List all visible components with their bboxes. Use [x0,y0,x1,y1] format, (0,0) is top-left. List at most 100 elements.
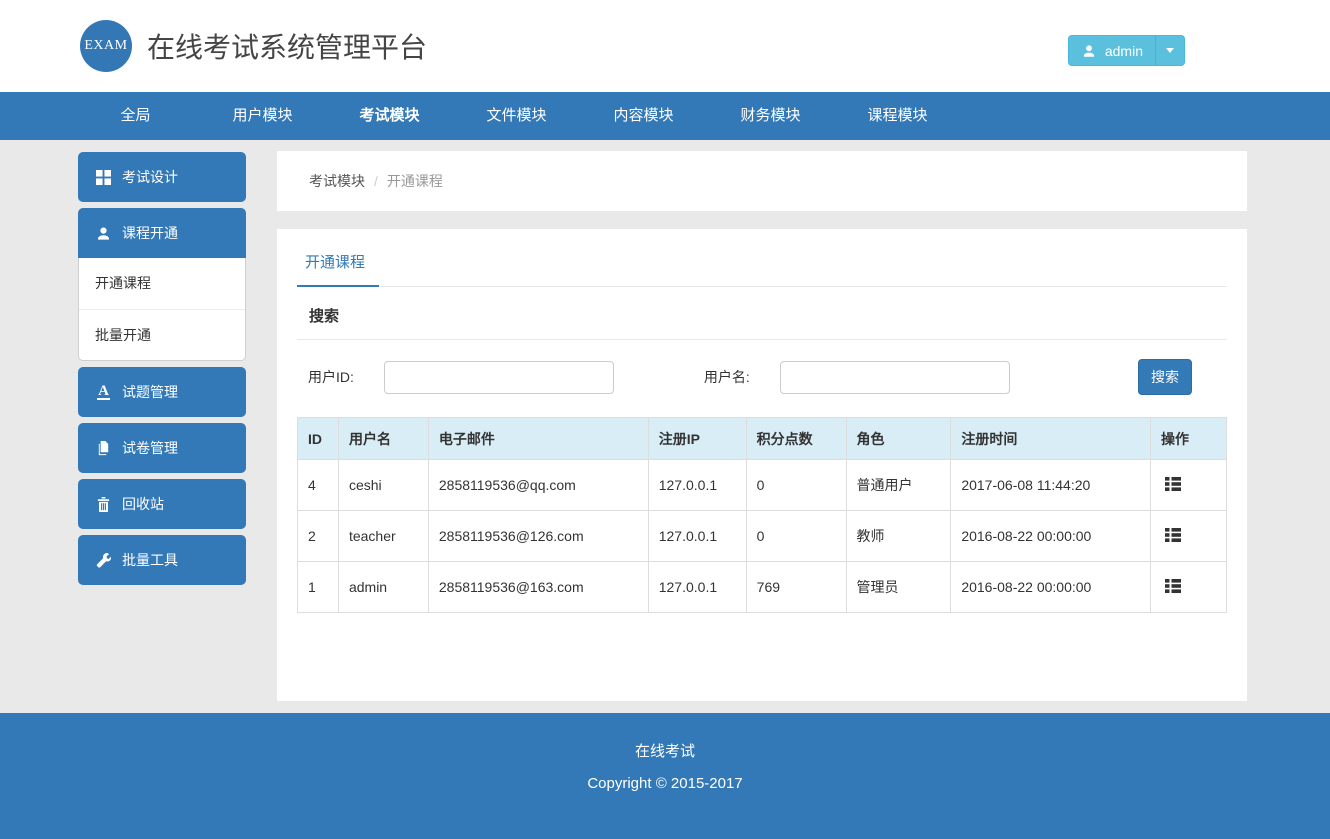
user-name-label: 用户名: [704,367,750,387]
user-name-label: admin [1105,43,1143,59]
cell-points: 0 [746,511,846,562]
user-id-input[interactable] [384,361,614,394]
breadcrumb-separator: / [374,173,378,189]
row-actions-button[interactable] [1161,577,1185,598]
footer-copyright: Copyright © 2015-2017 [0,775,1330,792]
nav-item-finance-module[interactable]: 财务模块 [707,92,834,140]
wrench-icon [95,552,112,569]
col-header-username: 用户名 [338,418,428,460]
th-list-icon [1165,479,1181,494]
cell-role: 普通用户 [846,460,951,511]
th-list-icon [1165,530,1181,545]
cell-username: admin [338,562,428,613]
sidebar: 考试设计 课程开通 开通课程 批量开通 A 试题管理 [78,152,246,591]
col-header-register-time: 注册时间 [951,418,1151,460]
cell-register-ip: 127.0.0.1 [648,460,746,511]
content-area: 考试模块 / 开通课程 开通课程 搜索 用户ID: 用户名: 搜索 [277,151,1247,701]
col-header-register-ip: 注册IP [648,418,746,460]
user-menu-button[interactable]: admin [1068,35,1185,66]
sidebar-submenu-course-open: 开通课程 批量开通 [78,258,246,361]
sidebar-item-label: 课程开通 [122,223,178,243]
search-section-title: 搜索 [297,287,1227,340]
breadcrumb: 考试模块 / 开通课程 [277,151,1247,211]
sidebar-subitem-batch-open[interactable]: 批量开通 [79,309,245,360]
user-name-input[interactable] [780,361,1010,394]
tab-open-course[interactable]: 开通课程 [297,251,379,287]
cell-points: 769 [746,562,846,613]
user-icon [95,225,112,242]
nav-item-global[interactable]: 全局 [72,92,199,140]
page: EXAM 在线考试系统管理平台 admin 全局 用户模块 考试模块 文件模块 … [0,0,1330,839]
user-button-main[interactable]: admin [1068,35,1155,66]
logo-text: EXAM [84,38,127,54]
sidebar-item-recycle-bin[interactable]: 回收站 [78,479,246,529]
cell-actions [1151,460,1227,511]
breadcrumb-item-open-course: 开通课程 [387,171,443,191]
cell-register-time: 2016-08-22 00:00:00 [951,562,1151,613]
sidebar-item-course-open[interactable]: 课程开通 [78,208,246,258]
search-form: 用户ID: 用户名: 搜索 [297,359,1227,395]
header: EXAM 在线考试系统管理平台 admin [0,0,1330,92]
sidebar-item-label: 回收站 [122,494,164,514]
table-row: 1 admin 2858119536@163.com 127.0.0.1 769… [298,562,1227,613]
cell-points: 0 [746,460,846,511]
cell-actions [1151,562,1227,613]
col-header-id: ID [298,418,339,460]
cell-id: 2 [298,511,339,562]
cell-actions [1151,511,1227,562]
cell-email: 2858119536@qq.com [428,460,648,511]
user-icon [1081,42,1098,59]
sidebar-item-exam-design[interactable]: 考试设计 [78,152,246,202]
sidebar-item-label: 考试设计 [122,167,178,187]
cell-username: ceshi [338,460,428,511]
table-row: 2 teacher 2858119536@126.com 127.0.0.1 0… [298,511,1227,562]
sidebar-item-batch-tools[interactable]: 批量工具 [78,535,246,585]
page-title: 在线考试系统管理平台 [147,26,427,66]
cell-role: 管理员 [846,562,951,613]
main-panel: 开通课程 搜索 用户ID: 用户名: 搜索 [277,229,1247,701]
nav-item-course-module[interactable]: 课程模块 [834,92,961,140]
sidebar-item-label: 试题管理 [122,382,178,402]
breadcrumb-item-exam-module[interactable]: 考试模块 [309,171,365,191]
cell-register-ip: 127.0.0.1 [648,511,746,562]
user-menu-caret-button[interactable] [1155,35,1185,66]
sidebar-item-question-management[interactable]: A 试题管理 [78,367,246,417]
th-large-icon [95,169,112,186]
sidebar-subitem-open-course[interactable]: 开通课程 [79,258,245,309]
cell-id: 4 [298,460,339,511]
top-navbar: 全局 用户模块 考试模块 文件模块 内容模块 财务模块 课程模块 [0,92,1330,140]
cell-register-time: 2016-08-22 00:00:00 [951,511,1151,562]
sidebar-item-paper-management[interactable]: 试卷管理 [78,423,246,473]
col-header-actions: 操作 [1151,418,1227,460]
row-actions-button[interactable] [1161,475,1185,496]
duplicate-files-icon [95,440,112,457]
footer: 在线考试 Copyright © 2015-2017 [0,713,1330,839]
cell-email: 2858119536@126.com [428,511,648,562]
footer-site-name: 在线考试 [0,713,1330,761]
cell-role: 教师 [846,511,951,562]
middle-area: 考试设计 课程开通 开通课程 批量开通 A 试题管理 [0,140,1330,713]
col-header-role: 角色 [846,418,951,460]
table-row: 4 ceshi 2858119536@qq.com 127.0.0.1 0 普通… [298,460,1227,511]
nav-item-user-module[interactable]: 用户模块 [199,92,326,140]
search-button[interactable]: 搜索 [1138,359,1192,395]
col-header-points: 积分点数 [746,418,846,460]
table-header-row: ID 用户名 电子邮件 注册IP 积分点数 角色 注册时间 操作 [298,418,1227,460]
cell-username: teacher [338,511,428,562]
user-id-label: 用户ID: [308,367,354,387]
cell-id: 1 [298,562,339,613]
nav-item-content-module[interactable]: 内容模块 [580,92,707,140]
cell-register-time: 2017-06-08 11:44:20 [951,460,1151,511]
font-icon: A [95,384,112,401]
sidebar-item-label: 批量工具 [122,550,178,570]
tab-bar: 开通课程 [297,229,1227,287]
exam-logo[interactable]: EXAM [80,20,132,72]
nav-item-exam-module[interactable]: 考试模块 [326,92,453,140]
cell-email: 2858119536@163.com [428,562,648,613]
row-actions-button[interactable] [1161,526,1185,547]
nav-item-file-module[interactable]: 文件模块 [453,92,580,140]
users-table: ID 用户名 电子邮件 注册IP 积分点数 角色 注册时间 操作 4 [297,417,1227,613]
sidebar-item-label: 试卷管理 [122,438,178,458]
cell-register-ip: 127.0.0.1 [648,562,746,613]
col-header-email: 电子邮件 [428,418,648,460]
